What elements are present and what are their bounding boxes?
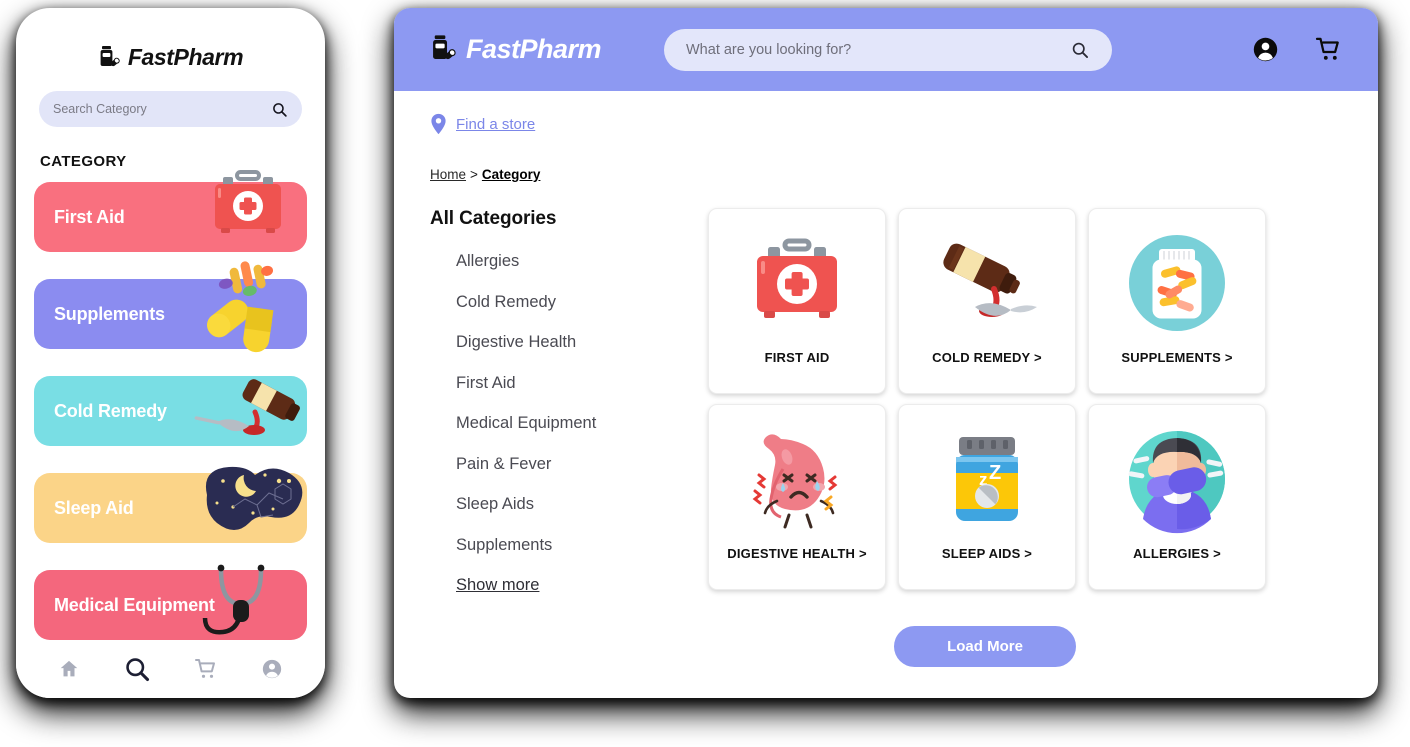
tile-caption: COLD REMEDY > xyxy=(932,350,1042,365)
tile-sleep-aids[interactable]: z Z SLEEP AIDS > xyxy=(898,404,1076,590)
mobile-card-label: First Aid xyxy=(54,206,125,227)
account-icon[interactable] xyxy=(261,658,283,680)
tile-caption: FIRST AID xyxy=(764,350,830,365)
mobile-card-supplements[interactable]: Supplements xyxy=(34,261,307,353)
tile-allergies[interactable]: ALLERGIES > xyxy=(1088,404,1266,590)
category-sidebar: All Categories Allergies Cold Remedy Dig… xyxy=(394,208,704,667)
sidebar-item-sleep-aids[interactable]: Sleep Aids xyxy=(456,495,704,514)
sleep-pill-bottle-illustration: z Z xyxy=(927,411,1047,546)
pill-bottle-icon xyxy=(100,45,120,66)
home-icon[interactable] xyxy=(58,658,80,680)
sidebar-item-first-aid[interactable]: First Aid xyxy=(456,374,704,393)
breadcrumb-separator: > xyxy=(470,167,478,182)
category-tile-grid: FIRST AID COLD REMEDY > SUPPLEMENTS > DI… xyxy=(708,208,1266,590)
first-aid-kit-illustration xyxy=(737,215,857,350)
mobile-app-panel: FastPharm Search Category CATEGORY First… xyxy=(16,8,325,698)
breadcrumb: Home > Category xyxy=(430,167,1378,182)
mobile-card-label: Medical Equipment xyxy=(54,594,215,615)
svg-text:Z: Z xyxy=(989,462,1001,484)
mobile-card-label: Supplements xyxy=(54,303,165,324)
site-search-bar[interactable]: What are you looking for? xyxy=(664,28,1112,71)
sidebar-item-medical-equipment[interactable]: Medical Equipment xyxy=(456,414,704,433)
mobile-card-medical-equipment[interactable]: Medical Equipment xyxy=(34,564,307,640)
desktop-web-panel: FastPharm What are you looking for? Find… xyxy=(394,8,1378,698)
cart-icon[interactable] xyxy=(1315,36,1342,63)
syrup-bottle-spoon-illustration xyxy=(927,215,1047,350)
tile-caption: ALLERGIES > xyxy=(1133,546,1221,561)
sidebar-item-allergies[interactable]: Allergies xyxy=(456,252,704,271)
header-action-icons xyxy=(1252,36,1342,63)
sneezing-person-illustration xyxy=(1117,411,1237,546)
screenshot-stage: FastPharm Search Category CATEGORY First… xyxy=(0,0,1410,747)
first-aid-kit-illustration xyxy=(215,170,281,233)
mobile-brand-name: FastPharm xyxy=(127,44,244,70)
tile-first-aid[interactable]: FIRST AID xyxy=(708,208,886,394)
search-icon[interactable] xyxy=(1070,40,1090,60)
desktop-brand-name: FastPharm xyxy=(466,34,602,64)
tile-caption: SUPPLEMENTS > xyxy=(1121,350,1233,365)
tile-supplements[interactable]: SUPPLEMENTS > xyxy=(1088,208,1266,394)
breadcrumb-current: Category xyxy=(481,167,541,182)
tile-caption: DIGESTIVE HEALTH > xyxy=(727,546,867,561)
sidebar-item-cold-remedy[interactable]: Cold Remedy xyxy=(456,293,704,312)
mobile-card-label: Cold Remedy xyxy=(54,400,167,421)
desktop-brand-logo[interactable]: FastPharm xyxy=(430,34,660,65)
syrup-bottle-spoon-illustration xyxy=(194,379,300,435)
mobile-search-bar[interactable]: Search Category xyxy=(39,91,302,127)
mobile-card-cold-remedy[interactable]: Cold Remedy xyxy=(34,376,307,446)
category-link-list: Allergies Cold Remedy Digestive Health F… xyxy=(430,252,704,595)
find-a-store-link[interactable]: Find a store xyxy=(456,116,535,133)
capsule-vegetables-illustration xyxy=(207,261,274,353)
tile-caption: SLEEP AIDS > xyxy=(941,546,1033,561)
breadcrumb-home[interactable]: Home xyxy=(430,167,466,182)
mobile-nav-home[interactable] xyxy=(58,658,80,680)
sidebar-item-pain-and-fever[interactable]: Pain & Fever xyxy=(456,455,704,474)
pill-bottle-capsules-illustration xyxy=(1117,215,1237,350)
pill-bottle-icon xyxy=(433,35,456,60)
all-categories-title: All Categories xyxy=(430,208,557,229)
mobile-card-first-aid[interactable]: First Aid xyxy=(34,170,307,252)
account-icon[interactable] xyxy=(1252,36,1279,63)
sidebar-item-supplements[interactable]: Supplements xyxy=(456,536,704,555)
mobile-nav-account[interactable] xyxy=(261,658,283,680)
search-icon[interactable] xyxy=(123,655,151,683)
mobile-brand-logo: FastPharm xyxy=(16,44,325,71)
mobile-card-sleep-aid[interactable]: Sleep Aid xyxy=(34,466,307,543)
mobile-card-label: Sleep Aid xyxy=(54,497,134,518)
night-sky-moon-illustration xyxy=(205,466,303,530)
search-icon[interactable] xyxy=(271,101,288,118)
cart-icon[interactable] xyxy=(194,657,218,681)
show-more-link[interactable]: Show more xyxy=(456,576,704,595)
mobile-search-input[interactable]: Search Category xyxy=(53,102,271,116)
site-header: FastPharm What are you looking for? xyxy=(394,8,1378,91)
mobile-nav-search[interactable] xyxy=(123,655,151,683)
load-more-container: Load More xyxy=(704,626,1266,667)
find-a-store[interactable]: Find a store xyxy=(430,113,1378,135)
tile-digestive-health[interactable]: DIGESTIVE HEALTH > xyxy=(708,404,886,590)
category-grid-area: FIRST AID COLD REMEDY > SUPPLEMENTS > DI… xyxy=(704,208,1266,667)
mobile-category-card-list: First Aid Supplements Cold Remedy Sleep … xyxy=(16,170,325,640)
main-content: All Categories Allergies Cold Remedy Dig… xyxy=(394,208,1378,667)
sidebar-item-digestive-health[interactable]: Digestive Health xyxy=(456,333,704,352)
tile-cold-remedy[interactable]: COLD REMEDY > xyxy=(898,208,1076,394)
crying-stomach-illustration xyxy=(737,411,857,546)
location-pin-icon xyxy=(431,113,446,135)
page-body: Find a store Home > Category All Categorie… xyxy=(394,91,1378,667)
site-search-input[interactable]: What are you looking for? xyxy=(686,42,1070,58)
mobile-nav-cart[interactable] xyxy=(194,657,218,681)
load-more-button[interactable]: Load More xyxy=(894,626,1076,667)
